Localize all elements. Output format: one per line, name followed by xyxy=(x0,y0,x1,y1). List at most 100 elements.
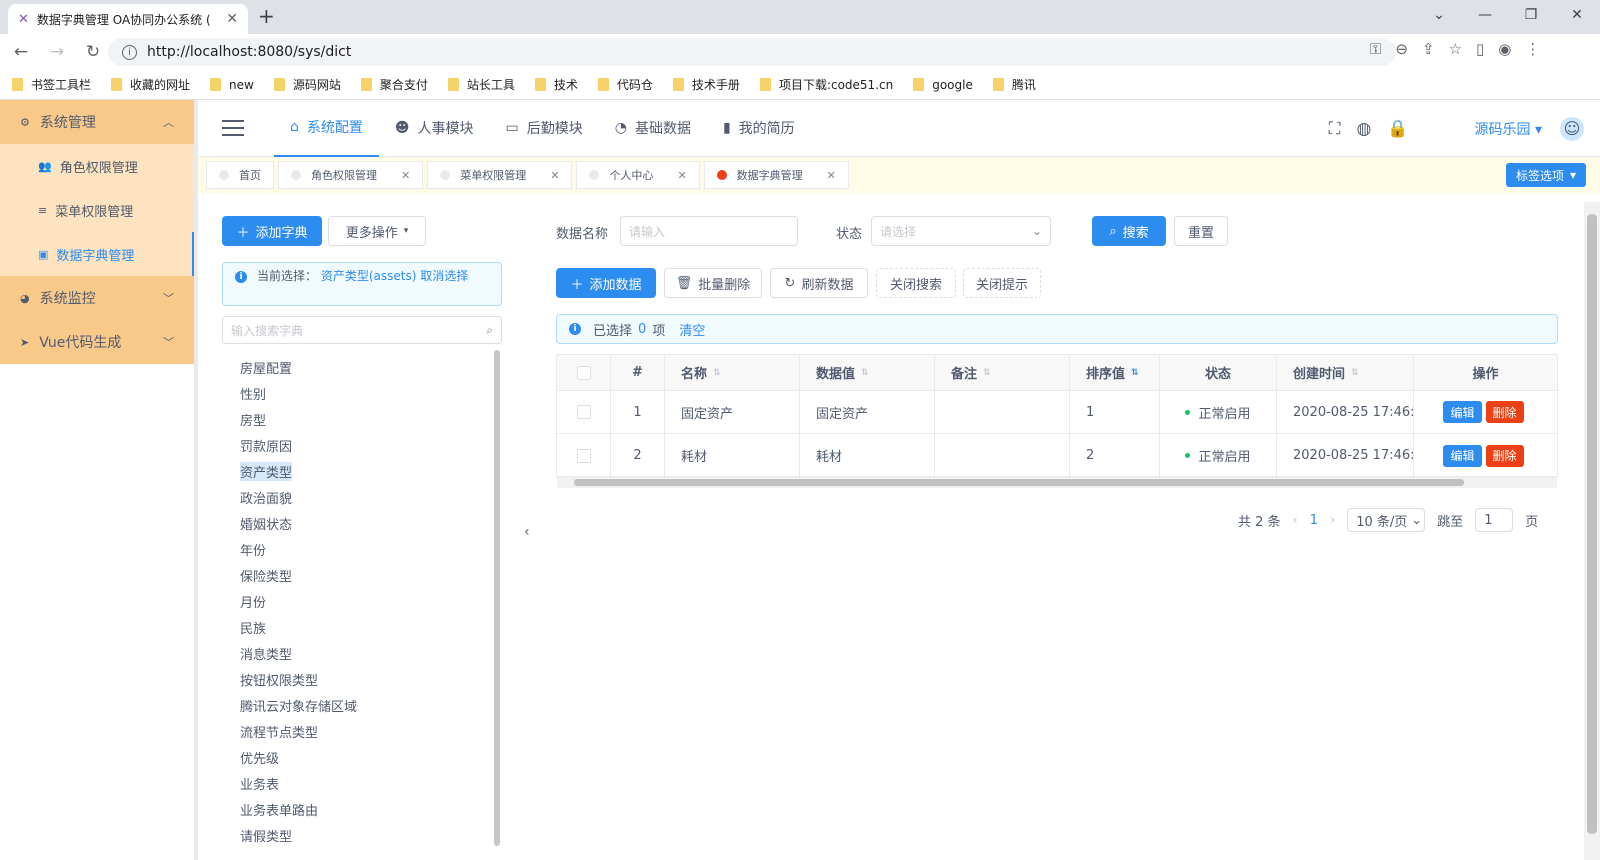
bookmark-item[interactable]: 书签工具栏 xyxy=(12,76,91,93)
dict-item[interactable]: 罚款原因 xyxy=(240,432,490,458)
url-field[interactable]: i http://localhost:8080/sys/dict xyxy=(108,38,1396,66)
edit-button[interactable]: 编辑 xyxy=(1443,401,1482,423)
dict-item[interactable]: 婚姻状态 xyxy=(240,510,490,536)
col-created[interactable]: 创建时间 ⇅ xyxy=(1277,355,1414,390)
globe-icon[interactable]: ◍ xyxy=(1357,119,1372,139)
bookmark-item[interactable]: 聚合支付 xyxy=(360,76,428,93)
dict-item[interactable]: 房型 xyxy=(240,406,490,432)
close-search-button[interactable]: 关闭搜索 xyxy=(876,268,956,298)
user-menu[interactable]: 源码乐园 ▾ xyxy=(1475,119,1542,139)
dict-item[interactable]: 业务表单路由 xyxy=(240,796,490,822)
refresh-button[interactable]: ↻ 刷新数据 xyxy=(770,268,868,298)
collapse-left-icon[interactable]: ‹ xyxy=(524,524,530,540)
forward-icon[interactable]: → xyxy=(42,42,72,62)
avatar[interactable]: ☺ xyxy=(1558,114,1586,143)
clear-selection-link[interactable]: 清空 xyxy=(679,320,705,339)
dict-item[interactable]: 按钮权限类型 xyxy=(240,666,490,692)
bookmark-item[interactable]: 技术 xyxy=(534,76,578,93)
profile-icon[interactable]: ◉ xyxy=(1498,40,1511,58)
sidebar-item-menus[interactable]: ≡ 菜单权限管理 xyxy=(0,188,194,232)
close-icon[interactable]: ✕ xyxy=(550,169,559,182)
col-name[interactable]: 名称 ⇅ xyxy=(665,355,800,390)
prev-page-icon[interactable]: ‹ xyxy=(1293,513,1298,528)
delete-button[interactable]: 删除 xyxy=(1485,444,1524,467)
dict-item[interactable]: 请假类型 xyxy=(240,822,490,848)
row-checkbox[interactable] xyxy=(576,405,591,419)
next-page-icon[interactable]: › xyxy=(1330,513,1335,528)
row-checkbox[interactable] xyxy=(576,448,591,463)
batch-delete-button[interactable]: 🗑 批量删除 xyxy=(664,268,762,298)
page-vscroll-thumb[interactable] xyxy=(1587,214,1597,834)
tab-hr[interactable]: ☻ 人事模块 xyxy=(379,100,490,157)
close-icon[interactable]: ✕ xyxy=(677,169,686,182)
page-size-select[interactable]: 10 条/页 ⌄ xyxy=(1347,508,1426,532)
dict-item[interactable]: 保险类型 xyxy=(240,562,490,588)
page-tab-menus[interactable]: 菜单权限管理 ✕ xyxy=(427,161,573,189)
page-tab-home[interactable]: 首页 xyxy=(206,161,274,189)
status-select[interactable]: 请选择 ⌄ xyxy=(871,216,1051,246)
page-tab-dict[interactable]: 数据字典管理 ✕ xyxy=(703,161,849,189)
share-icon[interactable]: ⇪ xyxy=(1422,40,1435,58)
bookmark-item[interactable]: 源码网站 xyxy=(273,76,341,93)
browser-tab[interactable]: ✕ 数据字典管理 OA协同办公系统 ( ✕ xyxy=(8,4,248,34)
col-value[interactable]: 数据值 ⇅ xyxy=(800,355,935,390)
add-data-button[interactable]: ＋ 添加数据 xyxy=(556,268,656,298)
dict-item[interactable]: 性别 xyxy=(240,380,490,406)
star-icon[interactable]: ☆ xyxy=(1449,40,1462,58)
key-icon[interactable]: ⚿ xyxy=(1370,40,1381,58)
dict-item[interactable]: 资产类型 xyxy=(240,458,490,484)
jump-input[interactable]: 1 xyxy=(1475,508,1514,532)
cancel-selection-link[interactable]: 取消选择 xyxy=(420,269,468,283)
restore-icon[interactable]: ❐ xyxy=(1508,0,1554,30)
lock-icon[interactable]: 🔒 xyxy=(1387,119,1408,139)
page-number[interactable]: 1 xyxy=(1310,513,1318,528)
dict-item[interactable]: 政治面貌 xyxy=(240,484,490,510)
hamburger-icon[interactable] xyxy=(222,120,244,136)
more-ops-button[interactable]: 更多操作 ▾ xyxy=(328,216,426,246)
dict-item[interactable]: 业务表 xyxy=(240,770,490,796)
add-dict-button[interactable]: ＋ 添加字典 xyxy=(222,216,322,246)
sidepanel-icon[interactable]: ▯ xyxy=(1476,40,1484,58)
bookmark-item[interactable]: 站长工具 xyxy=(447,76,515,93)
select-all-checkbox[interactable] xyxy=(576,365,591,380)
dict-item[interactable]: 年份 xyxy=(240,536,490,562)
bookmark-item[interactable]: 技术手册 xyxy=(672,76,740,93)
bookmark-item[interactable]: 代码仓 xyxy=(597,76,653,93)
tab-base-data[interactable]: ◔ 基础数据 xyxy=(599,100,707,157)
table-hscroll-thumb[interactable] xyxy=(574,479,1464,486)
page-tab-profile[interactable]: 个人中心 ✕ xyxy=(576,161,700,189)
bookmark-item[interactable]: new xyxy=(210,78,254,92)
dict-scrollbar[interactable] xyxy=(494,350,500,846)
dict-search-input[interactable]: 输入搜索字典 ⌕ xyxy=(222,316,502,344)
reset-button[interactable]: 重置 xyxy=(1174,216,1228,246)
bookmark-item[interactable]: 收藏的网址 xyxy=(111,76,190,93)
name-filter-input[interactable]: 请输入 xyxy=(620,216,798,246)
col-sort[interactable]: 排序值 ⇅ xyxy=(1070,355,1160,390)
close-window-icon[interactable]: ✕ xyxy=(1554,0,1600,30)
tab-resume[interactable]: ▮ 我的简历 xyxy=(707,100,811,157)
sidebar-group-system[interactable]: ⚙ 系统管理 ︿ xyxy=(0,100,194,144)
zoom-icon[interactable]: ⊖ xyxy=(1395,40,1408,58)
sidebar-group-monitor[interactable]: ◕ 系统监控 ﹀ xyxy=(0,276,194,320)
sidebar-group-vue[interactable]: ➤ Vue代码生成 ﹀ xyxy=(0,320,194,364)
dict-item[interactable]: 月份 xyxy=(240,588,490,614)
dict-item[interactable]: 消息类型 xyxy=(240,640,490,666)
kebab-menu-icon[interactable]: ⋮ xyxy=(1525,40,1540,58)
edit-button[interactable]: 编辑 xyxy=(1443,444,1482,467)
dict-item[interactable]: 房屋配置 xyxy=(240,354,490,380)
close-tab-icon[interactable]: ✕ xyxy=(226,11,238,27)
dict-item[interactable]: 优先级 xyxy=(240,744,490,770)
new-tab-icon[interactable]: + xyxy=(258,4,275,28)
page-tab-roles[interactable]: 角色权限管理 ✕ xyxy=(278,161,424,189)
search-button[interactable]: ⌕ 搜索 xyxy=(1092,216,1166,246)
dict-item[interactable]: 民族 xyxy=(240,614,490,640)
tag-options-button[interactable]: 标签选项 ▾ xyxy=(1505,163,1586,187)
tab-search-icon[interactable]: ⌄ xyxy=(1416,0,1462,30)
bookmark-item[interactable]: 腾讯 xyxy=(992,76,1036,93)
reload-icon[interactable]: ↻ xyxy=(78,42,108,62)
sidebar-item-roles[interactable]: 👥 角色权限管理 xyxy=(0,144,194,188)
dict-item[interactable]: 流程节点类型 xyxy=(240,718,490,744)
tab-logistics[interactable]: ▭ 后勤模块 xyxy=(490,100,599,157)
dict-item[interactable]: 腾讯云对象存储区域 xyxy=(240,692,490,718)
close-tip-button[interactable]: 关闭提示 xyxy=(963,268,1041,298)
